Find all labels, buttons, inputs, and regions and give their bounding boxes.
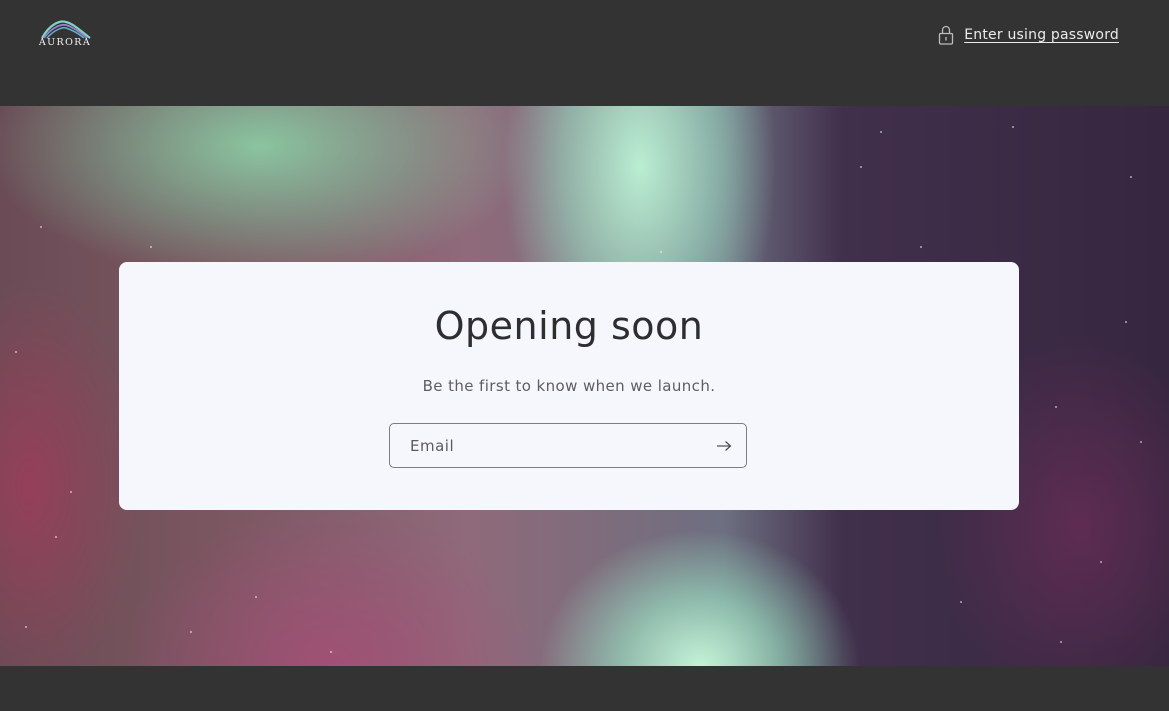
arrow-right-icon (717, 440, 732, 451)
page-title: Opening soon (434, 304, 704, 348)
aurora-logo[interactable]: AURORA (34, 18, 96, 50)
site-footer (0, 666, 1169, 711)
enter-password-link[interactable]: Enter using password (938, 25, 1119, 45)
email-input[interactable] (390, 424, 700, 467)
email-signup-form (389, 423, 747, 468)
site-header: AURORA Enter using password (0, 0, 1169, 106)
hero-banner: Opening soon Be the first to know when w… (0, 106, 1169, 666)
logo-text: AURORA (38, 37, 92, 48)
email-submit-button[interactable] (702, 424, 746, 467)
enter-password-label: Enter using password (964, 27, 1119, 43)
signup-card: Opening soon Be the first to know when w… (119, 262, 1019, 510)
page-subtitle: Be the first to know when we launch. (422, 377, 716, 395)
lock-icon (938, 25, 954, 45)
